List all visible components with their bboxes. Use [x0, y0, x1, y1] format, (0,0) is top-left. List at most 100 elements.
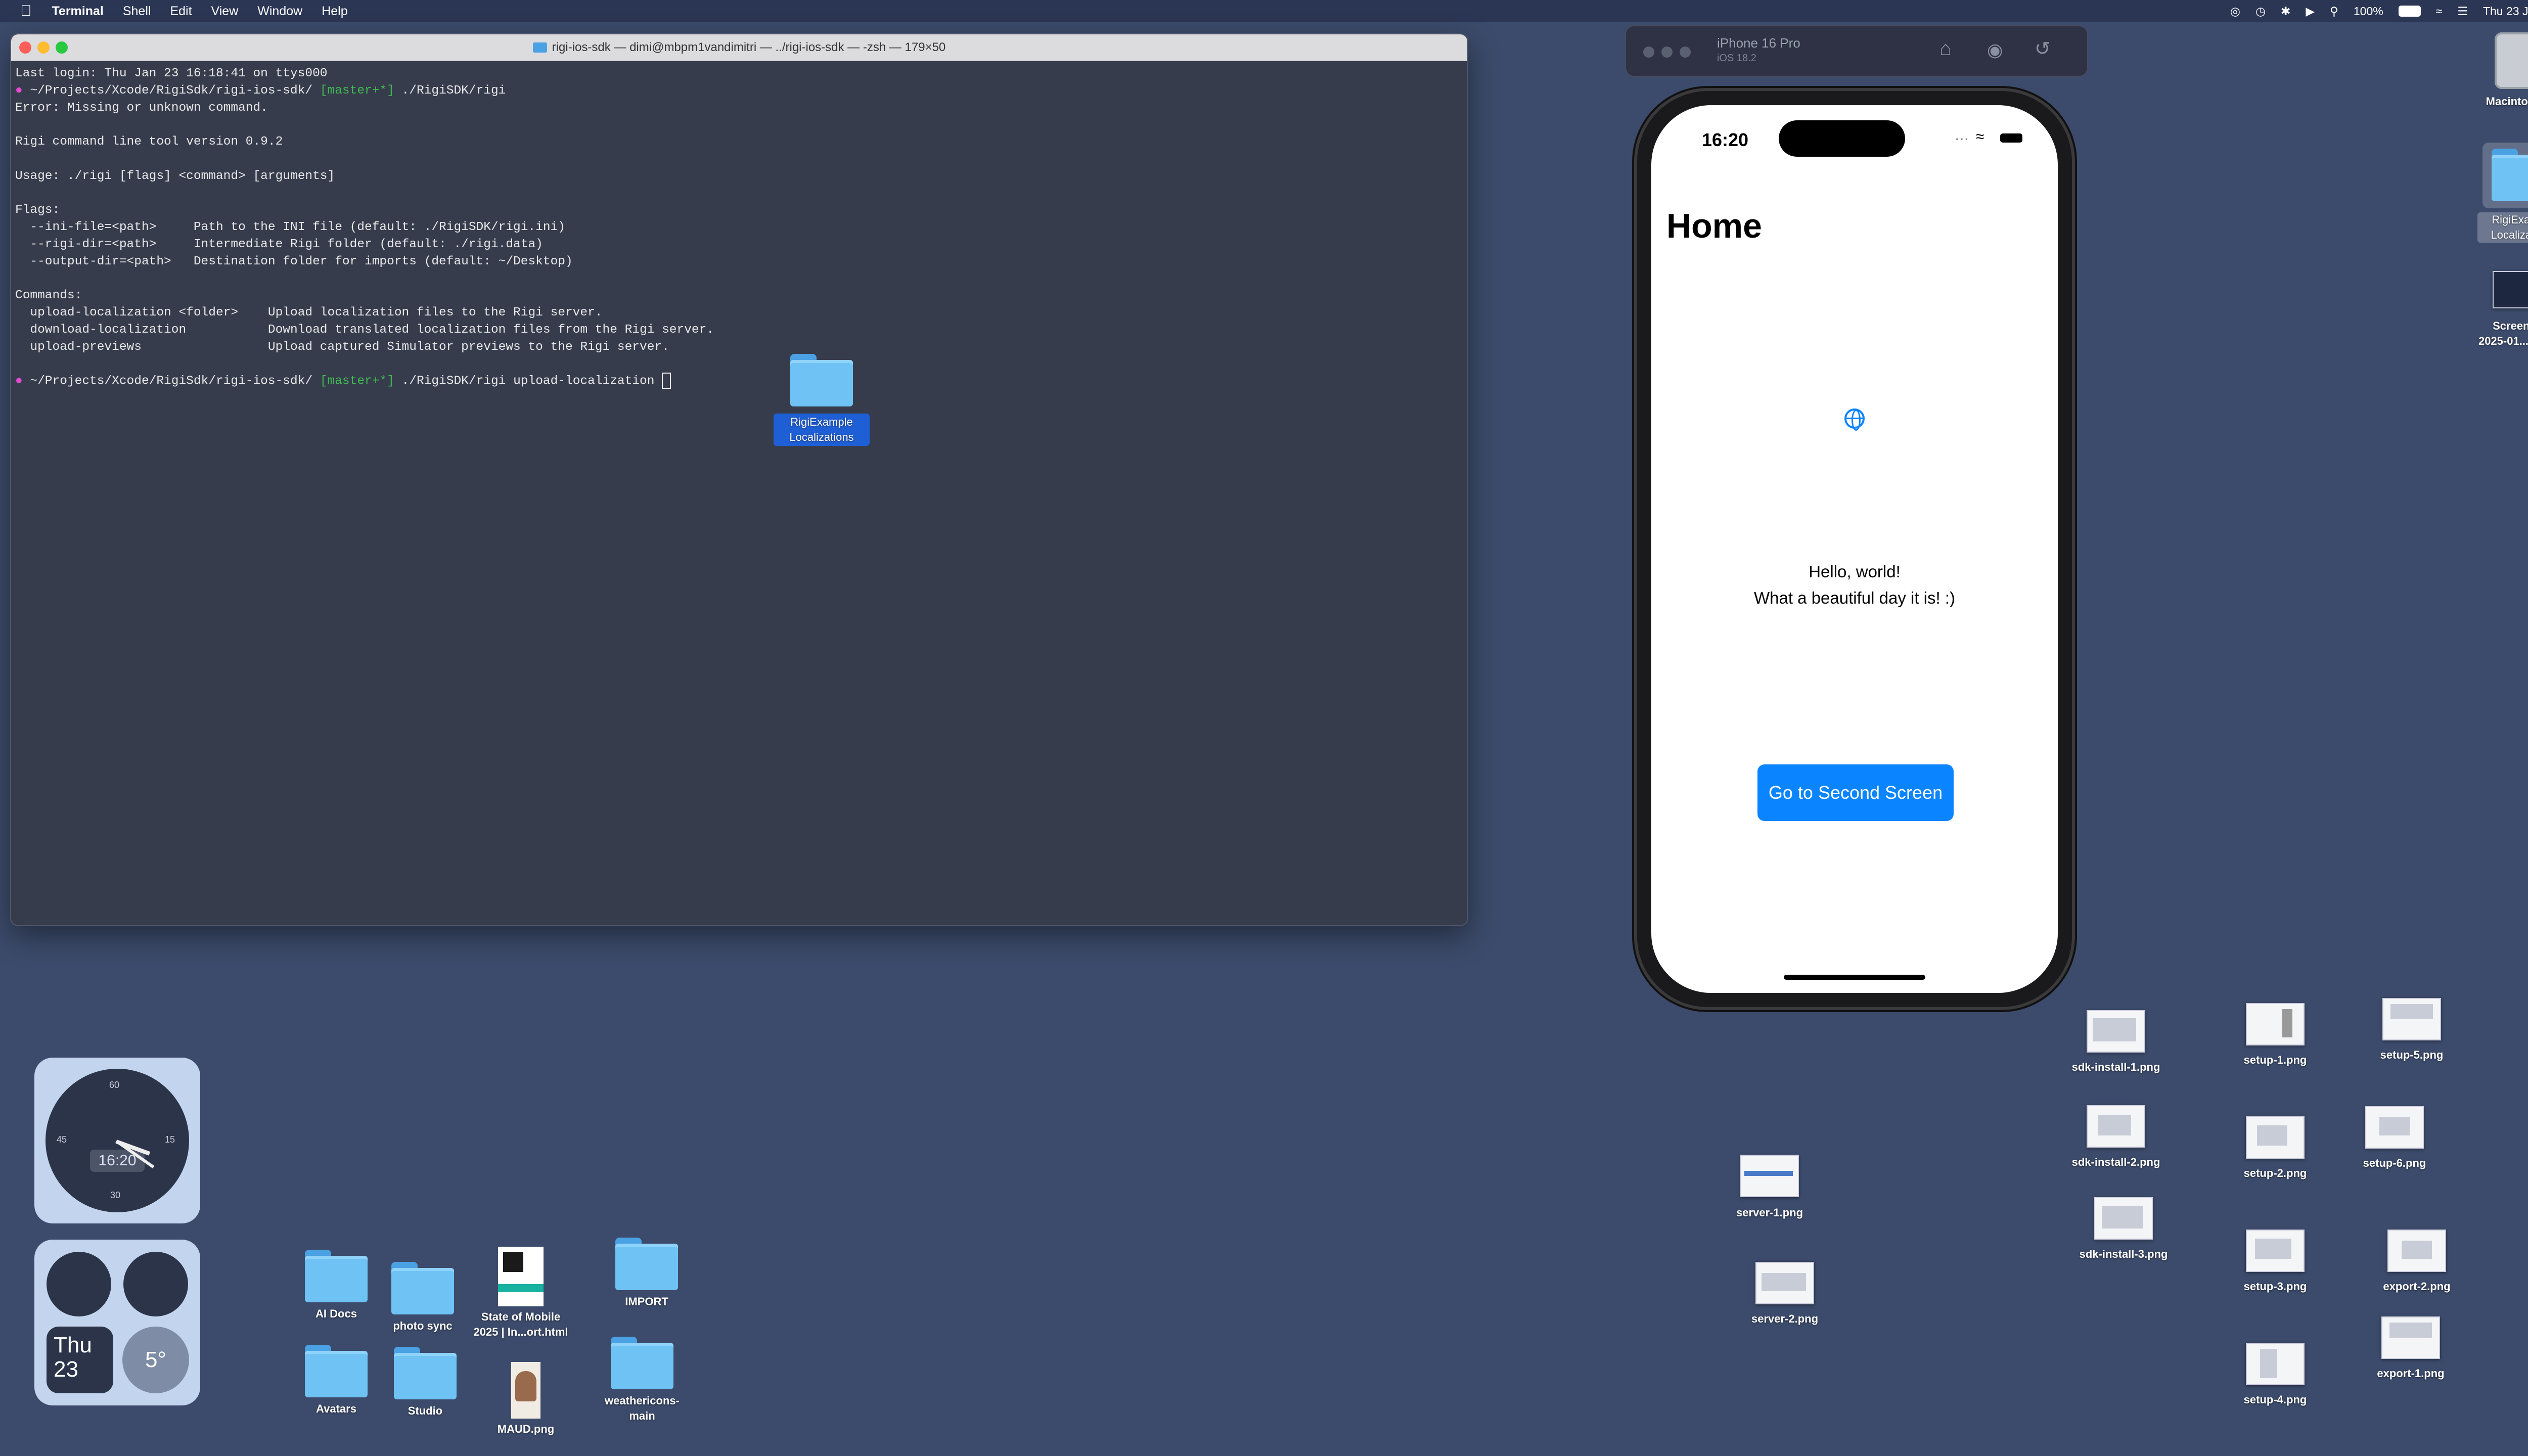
thumbnail-icon	[2246, 1003, 2305, 1045]
clock-tick: 60	[109, 1080, 120, 1090]
thumbnail-icon	[1755, 1262, 1814, 1304]
desktop-file-server-2[interactable]: server-2.png	[1734, 1262, 1835, 1327]
icon-label: Avatars	[316, 1402, 356, 1415]
icon-label: setup-4.png	[2243, 1393, 2307, 1406]
desktop-folder-studio[interactable]: Studio	[387, 1347, 463, 1419]
folder-icon	[611, 1337, 673, 1389]
focus-icon[interactable]: ◎	[2230, 5, 2240, 18]
minimize-button[interactable]	[1661, 47, 1673, 58]
menu-window[interactable]: Window	[257, 4, 302, 19]
thumbnail-icon	[1740, 1155, 1799, 1197]
vpn-icon[interactable]: ⚲	[2330, 5, 2338, 18]
icon-label: 2025-01....09.png	[2478, 335, 2528, 347]
menu-edit[interactable]: Edit	[170, 4, 192, 19]
icon-label: IMPORT	[625, 1295, 668, 1308]
html-file-icon	[498, 1247, 544, 1306]
rotate-icon[interactable]: ↺	[2035, 37, 2051, 60]
battery-icon[interactable]	[2398, 6, 2421, 17]
desktop-file-sdk-install-3[interactable]: sdk-install-3.png	[2060, 1197, 2187, 1262]
terminal-line: Error: Missing or unknown command.	[15, 101, 268, 115]
desktop-folder-avatars[interactable]: Avatars	[298, 1345, 374, 1417]
folder-icon	[391, 1262, 454, 1314]
desktop-file-maud[interactable]: MAUD.png	[485, 1362, 566, 1437]
desktop-folder-import[interactable]: IMPORT	[609, 1238, 685, 1309]
desktop-file-setup-3[interactable]: setup-3.png	[2225, 1230, 2326, 1294]
menu-help[interactable]: Help	[322, 4, 347, 19]
desktop-folder-weathericons-main[interactable]: weathericons- main	[592, 1337, 693, 1424]
simulator-os-version: iOS 18.2	[1717, 53, 1756, 64]
status-time: 16:20	[1702, 129, 1749, 150]
desktop-file-setup-6[interactable]: setup-6.png	[2344, 1106, 2445, 1171]
simulator-toolbar[interactable]: iPhone 16 Pro iOS 18.2 ⌂ ◉ ↺	[1626, 26, 2087, 76]
icon-label: AI Docs	[315, 1307, 357, 1320]
minimize-button[interactable]	[37, 41, 50, 54]
menu-app-name[interactable]: Terminal	[52, 4, 104, 19]
nav-title: Home	[1666, 207, 1762, 245]
close-button[interactable]	[1643, 47, 1654, 58]
battery-icon	[2000, 133, 2022, 143]
desktop-file-server-1[interactable]: server-1.png	[1719, 1155, 1820, 1220]
thumbnail-icon	[2246, 1343, 2305, 1385]
zoom-button[interactable]	[56, 41, 68, 54]
phone-screen[interactable]: 16:20 ⋯ ≈ Home Hello, world! What a beau…	[1651, 105, 2058, 993]
icon-label: Screenshot	[2493, 320, 2528, 332]
desktop-icon-macintosh-hd[interactable]: Macintosh HD	[2467, 32, 2528, 109]
terminal-output[interactable]: Last login: Thu Jan 23 16:18:41 on ttys0…	[11, 61, 1467, 394]
menu-view[interactable]: View	[211, 4, 239, 19]
wifi-icon[interactable]: ≈	[2436, 5, 2443, 18]
iphone-simulator[interactable]: 16:20 ⋯ ≈ Home Hello, world! What a beau…	[1637, 91, 2072, 1007]
terminal-window[interactable]: rigi-ios-sdk — dimi@mbpm1vandimitri — ..…	[11, 34, 1467, 925]
close-button[interactable]	[19, 41, 31, 54]
terminal-line: --rigi-dir=<path> Intermediate Rigi fold…	[15, 237, 543, 251]
icon-label: setup-3.png	[2243, 1280, 2307, 1293]
time-machine-icon[interactable]: ◷	[2255, 5, 2266, 18]
terminal-titlebar[interactable]: rigi-ios-sdk — dimi@mbpm1vandimitri — ..…	[11, 34, 1467, 61]
clock-face	[47, 1252, 111, 1316]
weather-temp: 5°	[122, 1327, 189, 1393]
thumbnail-icon	[2365, 1106, 2424, 1149]
desktop-file-export-2[interactable]: export-2.png	[2366, 1230, 2467, 1294]
desktop-file-sdk-install-2[interactable]: sdk-install-2.png	[2053, 1105, 2179, 1170]
icon-label: sdk-install-3.png	[2079, 1248, 2168, 1260]
thumbnail-icon	[2087, 1105, 2145, 1148]
icon-label: photo sync	[393, 1320, 453, 1332]
desktop-file-export-1[interactable]: export-1.png	[2360, 1316, 2461, 1381]
menu-shell[interactable]: Shell	[123, 4, 151, 19]
go-to-second-screen-button[interactable]: Go to Second Screen	[1757, 764, 1954, 821]
desktop-file-setup-5[interactable]: setup-5.png	[2361, 998, 2462, 1063]
desktop-file-state-of-mobile[interactable]: State of Mobile 2025 | In...ort.html	[460, 1247, 581, 1340]
menu-clock[interactable]: Thu 23 Jan 16:20	[2483, 5, 2528, 18]
desktop-icon-screenshot[interactable]: Screenshot 2025-01....09.png	[2462, 271, 2528, 349]
folder-icon	[790, 354, 853, 406]
thumbnail-icon	[2246, 1230, 2305, 1272]
image-file-icon	[511, 1362, 540, 1419]
bluetooth-icon[interactable]: ✱	[2281, 5, 2290, 18]
clock-tick: 15	[165, 1134, 175, 1145]
icon-label: server-1.png	[1736, 1206, 1803, 1219]
icon-label: export-1.png	[2377, 1367, 2445, 1380]
play-icon[interactable]: ▶	[2306, 5, 2315, 18]
world-clock-widget[interactable]: Thu 23 5°	[34, 1240, 200, 1405]
zoom-button[interactable]	[1680, 47, 1691, 58]
desktop-file-sdk-install-1[interactable]: sdk-install-1.png	[2053, 1010, 2179, 1075]
clock-tick: 30	[110, 1190, 121, 1200]
control-center-icon[interactable]: ☰	[2457, 5, 2468, 18]
terminal-title: rigi-ios-sdk — dimi@mbpm1vandimitri — ..…	[552, 40, 946, 54]
clock-widget[interactable]: 60 15 30 45 16:20	[34, 1058, 200, 1223]
icon-label: Localizations	[2491, 229, 2528, 241]
apple-icon[interactable]: 	[20, 3, 32, 20]
desktop-file-setup-4[interactable]: setup-4.png	[2225, 1343, 2326, 1407]
icon-label: export-2.png	[2383, 1280, 2451, 1293]
wifi-icon: ≈	[1976, 128, 1984, 145]
desktop-file-setup-1[interactable]: setup-1.png	[2225, 1003, 2326, 1068]
dynamic-island	[1779, 120, 1905, 157]
desktop-folder-ai-docs[interactable]: AI Docs	[298, 1250, 374, 1322]
screenshot-icon[interactable]: ◉	[1987, 39, 2003, 61]
dragged-folder[interactable]: RigiExample Localizations	[774, 354, 870, 446]
home-icon[interactable]: ⌂	[1939, 37, 1952, 60]
icon-label: server-2.png	[1751, 1312, 1819, 1325]
desktop-icon-rigiexample-localizations[interactable]: RigiExample Localizations	[2467, 143, 2528, 243]
desktop-file-setup-2[interactable]: setup-2.png	[2225, 1116, 2326, 1181]
globe-icon	[1844, 408, 1865, 431]
desktop-folder-photo-sync[interactable]: photo sync	[382, 1262, 463, 1334]
